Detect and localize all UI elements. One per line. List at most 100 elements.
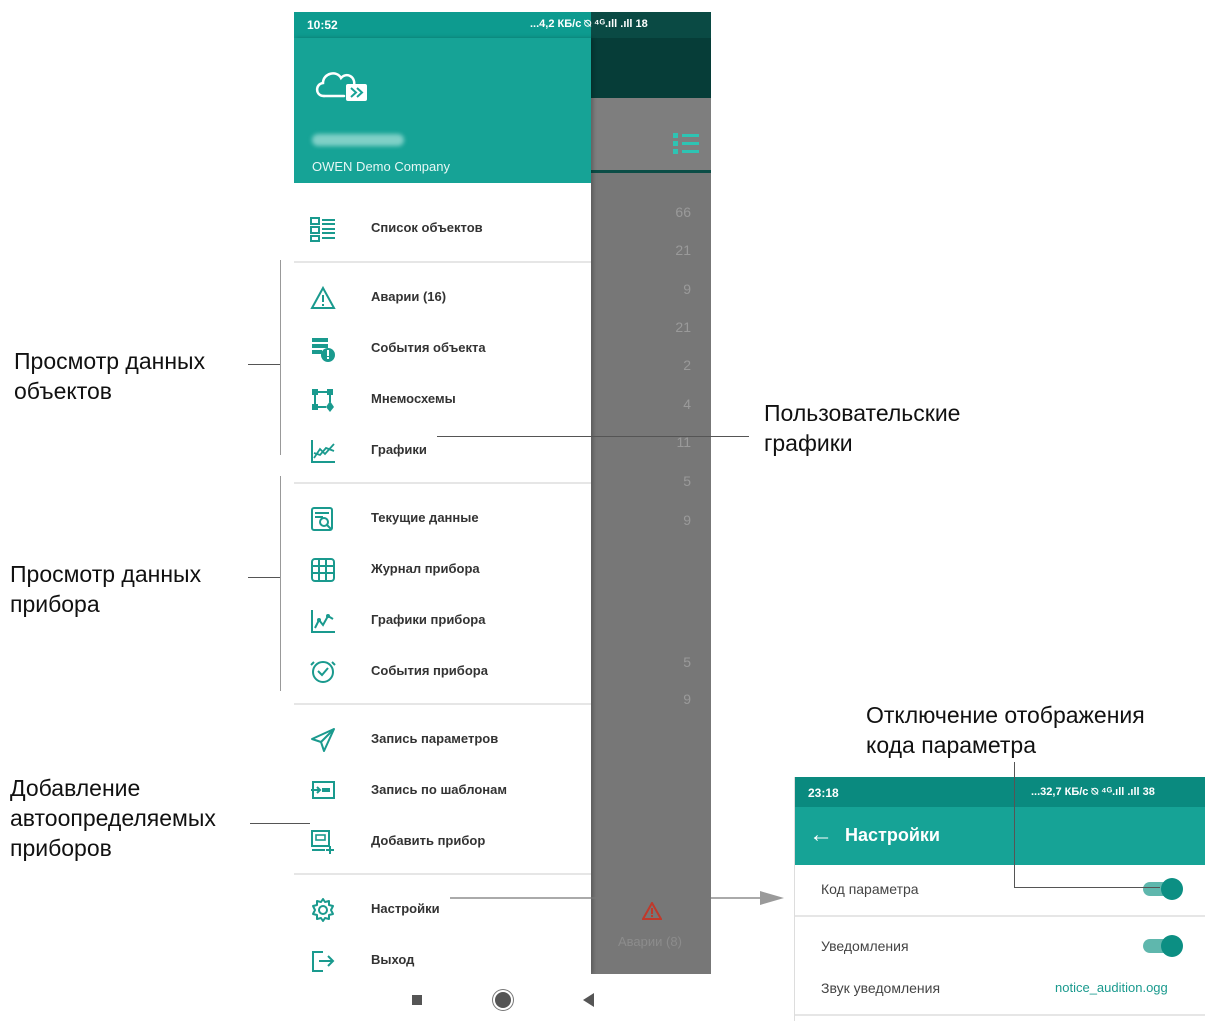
mnemonic-scheme-icon	[312, 389, 334, 412]
bracket-device	[280, 476, 281, 691]
annotation-line: Пользовательские	[764, 400, 961, 426]
company-name: OWEN Demo Company	[312, 159, 450, 174]
settings-phone-screen: 23:18 ...32,7 КБ/с ⍉ ⁴ᴳ.ıll .ıll 38 ← На…	[794, 777, 1205, 1021]
navigation-drawer: OWEN Demo Company Список объектов Аварии…	[294, 38, 591, 974]
settings-divider	[795, 915, 1205, 917]
notification-sound-label: Звук уведомления	[821, 980, 941, 996]
menu-label: Добавить прибор	[371, 833, 486, 848]
leader-objects	[248, 364, 280, 365]
menu-label: События прибора	[371, 663, 488, 678]
status-time: 10:52	[307, 18, 338, 32]
system-navigation-bar	[294, 974, 711, 1021]
menu-label: Выход	[371, 952, 415, 967]
annotation-line: кода параметра	[866, 732, 1036, 758]
status-time: 23:18	[808, 786, 839, 800]
menu-item-device-log[interactable]: Журнал прибора	[294, 544, 591, 594]
status-icons: ...32,7 КБ/с ⍉ ⁴ᴳ.ıll .ıll 38	[1031, 786, 1155, 798]
notification-sound-value[interactable]: notice_audition.ogg	[1055, 980, 1168, 995]
annotation-add-devices: Добавление автоопределяемых приборов	[10, 773, 216, 863]
menu-item-object-list[interactable]: Список объектов	[294, 203, 591, 253]
annotation-device-view: Просмотр данных прибора	[10, 559, 201, 619]
background-count: 66	[675, 204, 691, 220]
background-count: 4	[683, 396, 691, 412]
annotation-objects-view: Просмотр данных объектов	[14, 346, 205, 406]
notifications-toggle[interactable]	[1143, 935, 1183, 957]
settings-divider	[795, 1014, 1205, 1016]
param-code-toggle[interactable]	[1143, 878, 1183, 900]
menu-item-device-charts[interactable]: Графики прибора	[294, 595, 591, 645]
device-events-icon	[310, 661, 336, 683]
drawer-header: OWEN Demo Company	[294, 38, 591, 183]
menu-item-write-parameters[interactable]: Запись параметров	[294, 714, 591, 764]
menu-label: Запись параметров	[371, 731, 499, 746]
menu-label: Графики	[371, 442, 427, 457]
menu-label: Мнемосхемы	[371, 391, 456, 406]
annotation-line: объектов	[14, 378, 112, 404]
back-arrow-icon[interactable]: ←	[809, 823, 833, 847]
annotation-line: Отключение отображения	[866, 702, 1145, 728]
background-count: 5	[683, 654, 691, 670]
user-name-blurred	[312, 134, 404, 146]
background-count: 9	[683, 512, 691, 528]
menu-divider	[294, 482, 591, 484]
bracket-objects	[280, 260, 281, 455]
status-icons: ...4,2 КБ/с ⍉ ⁴ᴳ.ıll .ıll 18	[530, 18, 648, 30]
recent-apps-button[interactable]	[412, 995, 422, 1005]
toggle-knob	[1161, 935, 1183, 957]
main-phone-screen: 10:52 ...4,2 КБ/с ⍉ ⁴ᴳ.ıll .ıll 18 66 21…	[294, 12, 711, 1021]
background-count: 21	[675, 242, 691, 258]
home-button[interactable]	[495, 992, 511, 1008]
menu-label: Графики прибора	[371, 612, 486, 627]
background-count: 5	[683, 473, 691, 489]
logout-icon	[312, 951, 335, 972]
background-app: 66 21 9 21 2 4 11 5 9 5 9 Аварии (8)	[591, 38, 711, 974]
leader-param-code-horizontal	[1014, 887, 1160, 888]
background-count: 2	[683, 357, 691, 373]
menu-divider	[294, 261, 591, 263]
leader-user-charts	[437, 436, 749, 437]
menu-divider	[294, 873, 591, 875]
object-events-icon	[312, 338, 335, 362]
menu-label: Запись по шаблонам	[371, 782, 507, 797]
toggle-knob	[1161, 878, 1183, 900]
leader-add-devices	[250, 823, 310, 824]
background-alarm-tab: Аварии (8)	[618, 934, 682, 949]
template-write-icon	[311, 781, 335, 799]
cloud-logo-icon	[315, 72, 367, 101]
menu-item-charts[interactable]: Графики	[294, 425, 591, 475]
menu-item-object-events[interactable]: События объекта	[294, 323, 591, 373]
menu-label: Список объектов	[371, 220, 483, 235]
menu-label: События объекта	[371, 340, 486, 355]
object-list-icon	[310, 217, 335, 242]
settings-toolbar: ← Настройки	[795, 807, 1205, 865]
current-data-icon	[311, 507, 333, 531]
background-toolbar	[591, 38, 711, 98]
annotation-line: Просмотр данных	[10, 561, 202, 587]
menu-label: Аварии (16)	[371, 289, 447, 304]
menu-item-device-events[interactable]: События прибора	[294, 646, 591, 696]
list-view-icon	[673, 133, 699, 154]
settings-arrow	[450, 891, 784, 905]
param-code-label: Код параметра	[821, 881, 919, 897]
annotation-line: автоопределяемых	[10, 805, 216, 831]
page-title: Настройки	[845, 825, 940, 845]
menu-item-current-data[interactable]: Текущие данные	[294, 493, 591, 543]
send-icon	[311, 728, 335, 752]
back-button[interactable]	[583, 993, 594, 1007]
notifications-label: Уведомления	[821, 938, 909, 954]
menu-item-mnemonic-schemes[interactable]: Мнемосхемы	[294, 374, 591, 424]
add-device-icon	[311, 830, 334, 854]
menu-item-template-write[interactable]: Запись по шаблонам	[294, 765, 591, 815]
background-count: 21	[675, 319, 691, 335]
leader-param-code-vertical	[1014, 762, 1015, 888]
menu-item-add-device[interactable]: Добавить прибор	[294, 816, 591, 866]
menu-item-alarms[interactable]: Аварии (16)	[294, 272, 591, 322]
menu-label: Текущие данные	[371, 510, 479, 525]
alarm-triangle-icon	[310, 285, 336, 309]
background-count: 9	[683, 691, 691, 707]
menu-label: Настройки	[371, 901, 440, 916]
chart-icon	[311, 440, 335, 463]
device-charts-icon	[311, 610, 335, 633]
annotation-line: приборов	[10, 835, 112, 861]
annotation-param-code: Отключение отображения кода параметра	[866, 700, 1145, 760]
